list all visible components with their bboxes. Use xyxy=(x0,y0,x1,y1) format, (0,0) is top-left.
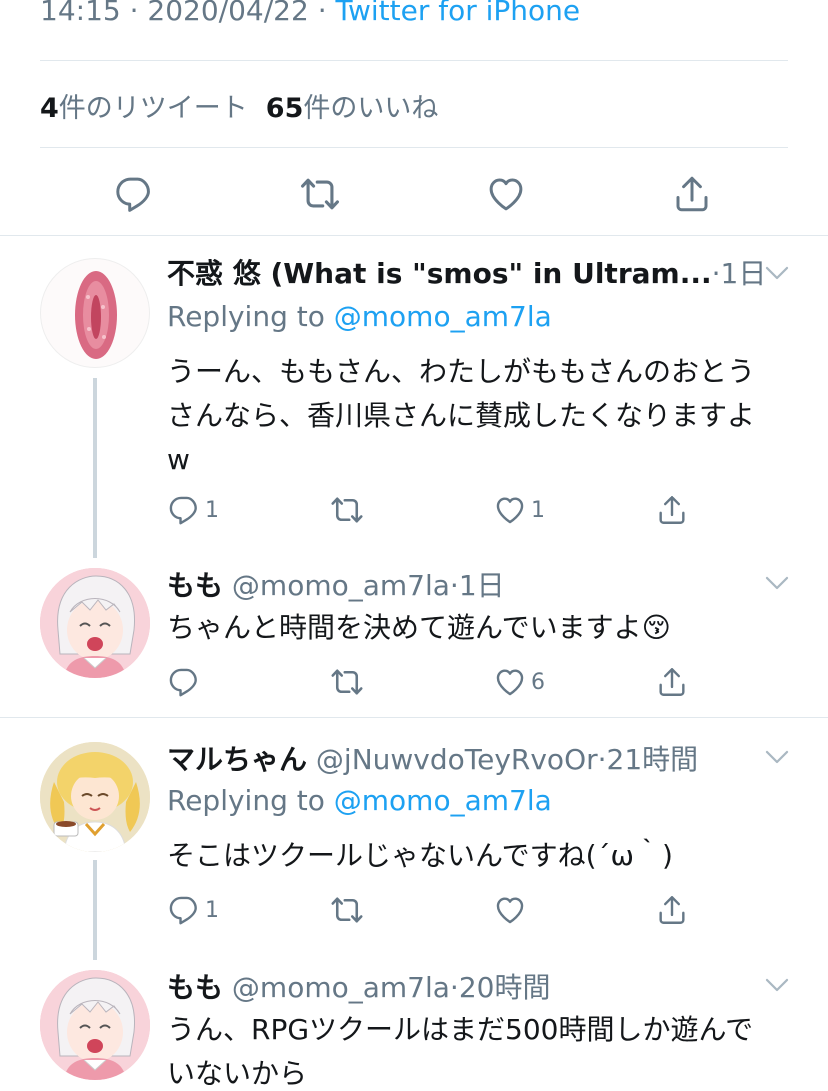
reply-button[interactable] xyxy=(167,664,205,700)
retweet-icon xyxy=(329,664,365,700)
replying-to: Replying to @momo_am7la xyxy=(167,784,552,817)
reply-icon xyxy=(167,665,201,699)
avatar[interactable] xyxy=(40,258,150,368)
likes-count: 65 xyxy=(265,93,304,124)
replying-label: Replying to xyxy=(167,300,325,333)
retweets-count: 4 xyxy=(40,93,59,124)
reply-count: 1 xyxy=(205,897,219,923)
tweet-text: うーん、ももさん、わたしがももさんのおとうさんなら、香川県さんに賛成したくなりま… xyxy=(167,355,756,476)
tweet-text: そこはツクールじゃないんですね(´ω｀) xyxy=(167,839,673,872)
like-button[interactable]: 6 xyxy=(493,664,545,700)
chevron-down-icon xyxy=(762,258,792,288)
retweet-icon xyxy=(329,892,365,928)
mention-link[interactable]: @momo_am7la xyxy=(334,784,552,817)
reply-count: 1 xyxy=(205,497,219,523)
display-name[interactable]: マルちゃん xyxy=(167,743,307,776)
tweet-menu-button[interactable] xyxy=(762,742,792,772)
heart-icon xyxy=(493,493,527,527)
likes-label: 件のいいね xyxy=(303,93,439,124)
display-name[interactable]: もも xyxy=(167,971,223,1004)
share-button[interactable] xyxy=(655,664,689,700)
tweet-actions: 1 1 xyxy=(167,492,707,528)
tweet-time: ·21時間 xyxy=(597,743,699,776)
divider xyxy=(0,717,828,718)
like-count: 1 xyxy=(531,497,545,523)
tweet-action-bar xyxy=(0,166,828,222)
tweet-text: うん、RPGツクールはまだ500時間しか遊んでいないから xyxy=(167,1013,754,1090)
tweet-date: 2020/04/22 xyxy=(147,0,309,27)
display-name[interactable]: 不惑 悠 (What is "smos" in Ultram... xyxy=(167,257,712,290)
tweet-source-link[interactable]: Twitter for iPhone xyxy=(336,0,581,27)
tweet-header: 不惑 悠 (What is "smos" in Ultram...·1日 xyxy=(167,252,766,292)
avatar[interactable] xyxy=(40,568,150,678)
replying-to: Replying to @momo_am7la xyxy=(167,300,552,333)
tweet-timestamp: 14:15 · 2020/04/22 · Twitter for iPhone xyxy=(40,0,580,27)
share-icon xyxy=(655,493,689,527)
tweet-header: マルちゃん @jNuwvdoTeyRvoOr·21時間 xyxy=(167,738,698,778)
share-button[interactable] xyxy=(655,492,689,528)
tweet-menu-button[interactable] xyxy=(762,258,792,288)
tweet-time: ·1日 xyxy=(711,257,767,290)
heart-icon xyxy=(485,173,527,215)
username[interactable]: @momo_am7la xyxy=(232,569,450,602)
retweets-label: 件のリツイート xyxy=(58,93,248,124)
like-button[interactable]: 1 xyxy=(493,492,545,528)
retweet-button[interactable] xyxy=(329,664,365,700)
reply-button[interactable] xyxy=(106,166,162,222)
chevron-down-icon xyxy=(762,970,792,1000)
divider xyxy=(0,235,828,236)
heart-icon xyxy=(493,665,527,699)
share-icon xyxy=(655,893,689,927)
avatar[interactable] xyxy=(40,742,150,852)
divider xyxy=(40,60,788,61)
like-button[interactable] xyxy=(493,892,531,928)
mention-link[interactable]: @momo_am7la xyxy=(334,300,552,333)
tweet-actions: 1 xyxy=(167,892,707,928)
meta-separator: · xyxy=(120,0,148,27)
username[interactable]: @jNuwvdoTeyRvoOr xyxy=(316,743,598,776)
tweet-time: ·20時間 xyxy=(449,971,551,1004)
reply-icon xyxy=(167,893,201,927)
replying-label: Replying to xyxy=(167,784,325,817)
thread-line xyxy=(93,860,97,960)
engagement-stats[interactable]: 4件のリツイート 65件のいいね xyxy=(40,86,438,125)
like-button[interactable] xyxy=(478,166,534,222)
tweet-time: 14:15 xyxy=(40,0,121,27)
retweet-button[interactable] xyxy=(292,166,348,222)
avatar[interactable] xyxy=(40,970,150,1080)
meta-separator: · xyxy=(308,0,336,27)
share-icon xyxy=(671,173,713,215)
reply-icon xyxy=(113,173,155,215)
retweet-icon xyxy=(329,492,365,528)
reply-button[interactable]: 1 xyxy=(167,492,219,528)
divider xyxy=(40,147,788,148)
display-name[interactable]: もも xyxy=(167,569,223,602)
tweet-time: ·1日 xyxy=(449,569,505,602)
reply-button[interactable]: 1 xyxy=(167,892,219,928)
like-count: 6 xyxy=(531,669,545,695)
tweet-actions: 6 xyxy=(167,664,707,700)
retweet-icon xyxy=(298,172,342,216)
tweet-header: もも @momo_am7la·20時間 xyxy=(167,966,550,1006)
retweet-button[interactable] xyxy=(329,492,365,528)
share-button[interactable] xyxy=(664,166,720,222)
heart-icon xyxy=(493,893,527,927)
retweet-button[interactable] xyxy=(329,892,365,928)
reply-icon xyxy=(167,493,201,527)
chevron-down-icon xyxy=(762,742,792,772)
tweet-text: ちゃんと時間を決めて遊んでいますよ😚 xyxy=(167,611,671,644)
chevron-down-icon xyxy=(762,568,792,598)
share-icon xyxy=(655,665,689,699)
thread-line xyxy=(93,378,97,558)
username[interactable]: @momo_am7la xyxy=(232,971,450,1004)
tweet-menu-button[interactable] xyxy=(762,970,792,1000)
tweet-header: もも @momo_am7la·1日 xyxy=(167,564,505,604)
tweet-menu-button[interactable] xyxy=(762,568,792,598)
share-button[interactable] xyxy=(655,892,689,928)
